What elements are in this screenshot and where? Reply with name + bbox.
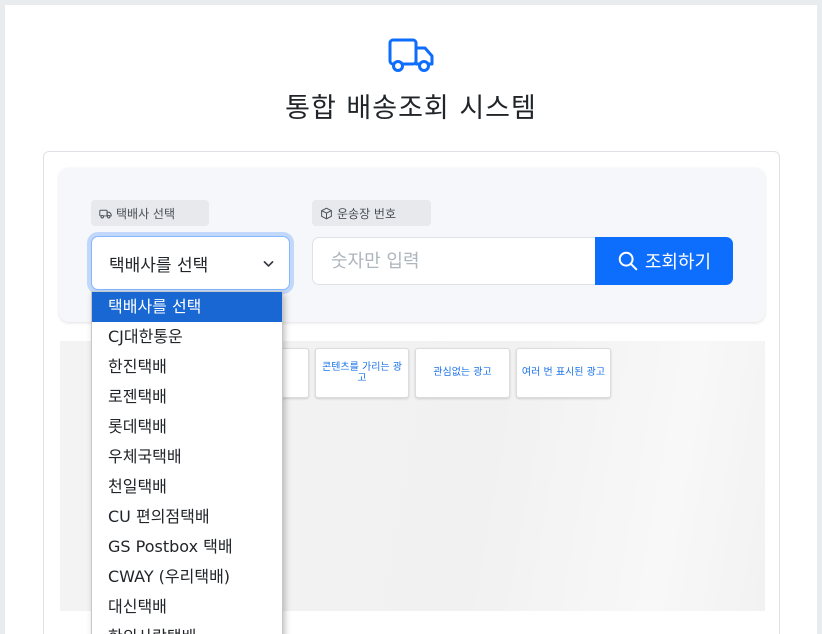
tracking-label: 운송장 번호 bbox=[312, 200, 431, 226]
tracking-label-text: 운송장 번호 bbox=[337, 206, 397, 221]
carrier-option[interactable]: CU 편의점택배 bbox=[92, 502, 282, 532]
search-icon bbox=[618, 251, 638, 271]
carrier-option[interactable]: 로젠택배 bbox=[92, 382, 282, 412]
chevron-down-icon bbox=[263, 261, 274, 267]
carrier-select[interactable]: 택배사를 선택 bbox=[91, 236, 290, 290]
carrier-option[interactable]: CJ대한통운 bbox=[92, 322, 282, 352]
carrier-label-text: 택배사 선택 bbox=[116, 206, 176, 221]
carrier-dropdown-list[interactable]: 택배사를 선택 CJ대한통운 한진택배 로젠택배 롯데택배 우체국택배 천일택배… bbox=[91, 291, 283, 634]
box-icon bbox=[321, 207, 332, 219]
truck-icon bbox=[99, 209, 112, 218]
ad-feedback-button[interactable]: 여러 번 표시된 광고 bbox=[516, 348, 611, 398]
carrier-option[interactable]: 한진택배 bbox=[92, 352, 282, 382]
carrier-option[interactable]: 택배사를 선택 bbox=[92, 292, 282, 322]
carrier-option[interactable]: 대신택배 bbox=[92, 592, 282, 622]
ad-feedback-button[interactable]: 관심없는 광고 bbox=[415, 348, 510, 398]
carrier-option[interactable]: 롯데택배 bbox=[92, 412, 282, 442]
carrier-select-value: 택배사를 선택 bbox=[109, 255, 209, 276]
search-button[interactable]: 조회하기 bbox=[595, 237, 733, 285]
carrier-option[interactable]: GS Postbox 택배 bbox=[92, 532, 282, 562]
carrier-option[interactable]: 천일택배 bbox=[92, 472, 282, 502]
truck-icon bbox=[388, 38, 434, 72]
carrier-option[interactable]: CWAY (우리택배) bbox=[92, 562, 282, 592]
tracking-number-input[interactable] bbox=[312, 237, 596, 285]
carrier-label: 택배사 선택 bbox=[91, 200, 209, 226]
carrier-option[interactable]: 우체국택배 bbox=[92, 442, 282, 472]
carrier-option[interactable]: 한의사랑택배 bbox=[92, 622, 282, 634]
search-button-label: 조회하기 bbox=[644, 252, 712, 273]
ad-feedback-button[interactable]: 콘텐츠를 가리는 광고 bbox=[315, 348, 409, 398]
page-title: 통합 배송조회 시스템 bbox=[285, 93, 537, 124]
